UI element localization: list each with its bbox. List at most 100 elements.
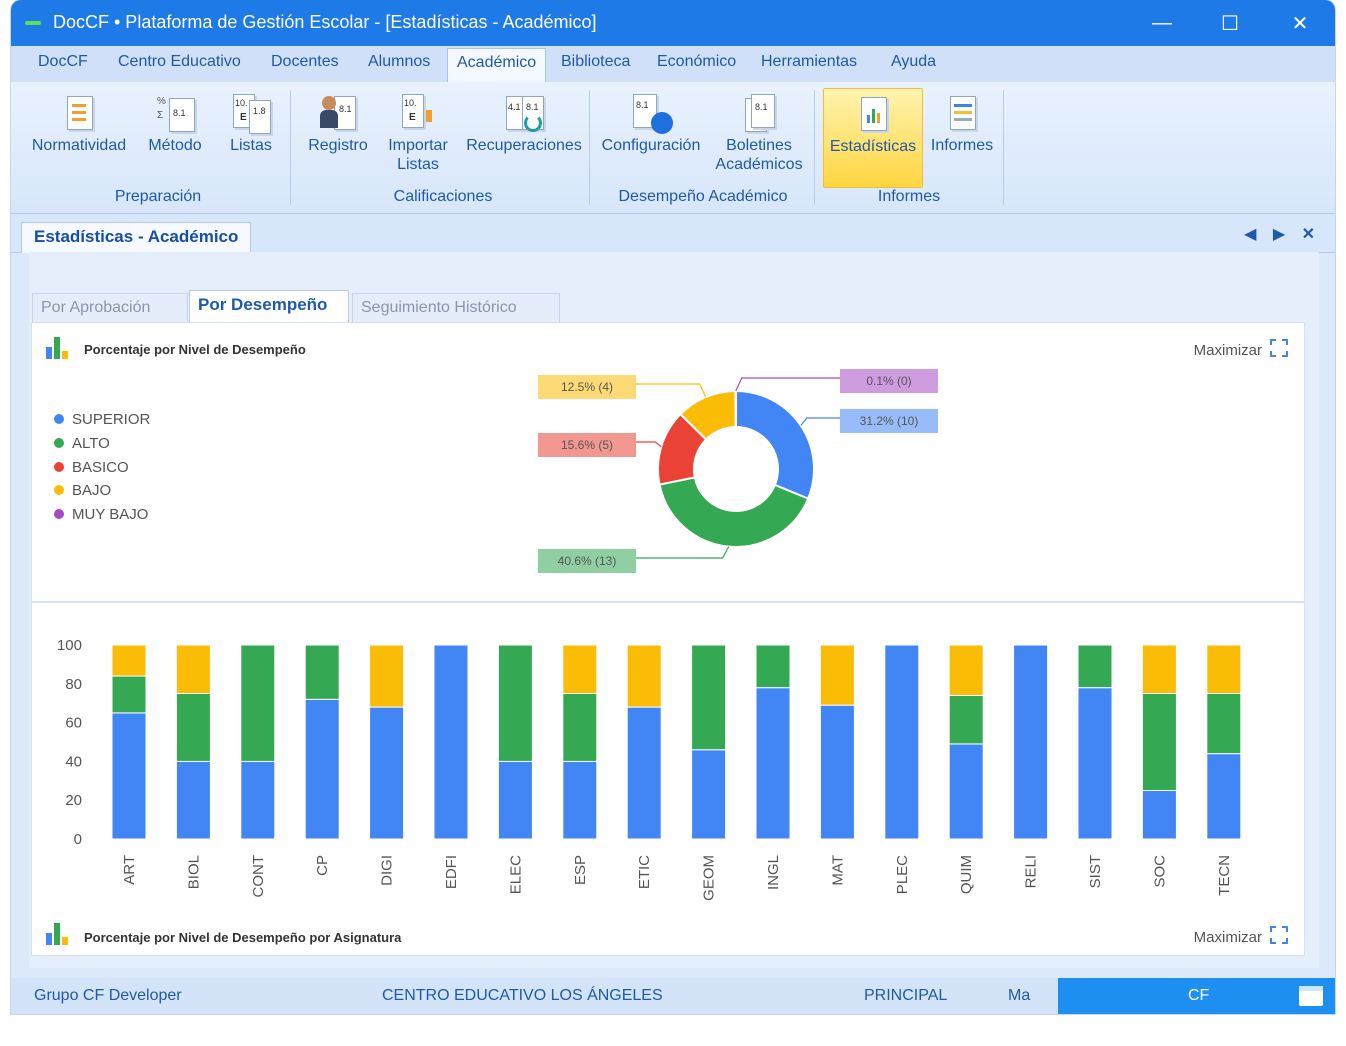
subtab-por-desempeno[interactable]: Por Desempeño [189, 290, 349, 323]
menu-ayuda[interactable]: Ayuda [891, 53, 936, 71]
x-tick-label: CONT [250, 855, 267, 898]
bar-segment [240, 644, 276, 762]
bar-chart-title: Porcentaje por Nivel de Desempeño por As… [84, 930, 402, 945]
x-tick-label: ETIC [636, 855, 653, 889]
registro-icon: 8.1 [320, 92, 356, 132]
bar-segment [755, 687, 791, 840]
chart-icon [46, 923, 70, 945]
informes-button[interactable]: Informes [927, 92, 997, 155]
bar-segment [948, 644, 984, 696]
tab-close-icon[interactable]: ✕ [1302, 226, 1321, 243]
menu-herramientas[interactable]: Herramientas [761, 53, 857, 71]
subtab-por-aprobacion[interactable]: Por Aprobación [32, 293, 188, 322]
x-tick-label: SOC [1151, 855, 1168, 888]
menu-academico[interactable]: Académico [447, 48, 547, 83]
bar-segment [111, 675, 147, 714]
bar-segment [111, 644, 147, 677]
donut-data-label: 0.1% (0) [866, 374, 911, 388]
bar-segment [1013, 644, 1049, 840]
bar-segment [884, 644, 920, 840]
status-user-area: CF [1058, 978, 1335, 1014]
bar-segment [369, 644, 405, 708]
bar-segment [691, 749, 727, 840]
status-user: CF [1188, 987, 1210, 1004]
metodo-button[interactable]: % Σ 8.1 Método [145, 92, 205, 155]
x-tick-label: MAT [829, 855, 846, 886]
donut-slice-superior [735, 389, 815, 500]
registro-button[interactable]: 8.1 Registro [305, 92, 371, 155]
listas-icon: 10. E 1.8 [233, 92, 271, 134]
normatividad-button[interactable]: Normatividad [31, 92, 127, 155]
menu-docentes[interactable]: Docentes [271, 53, 339, 71]
bar-segment [755, 644, 791, 689]
group-desempeno: Desempeño Académico [618, 188, 788, 205]
metodo-icon: % Σ 8.1 [157, 92, 195, 132]
stacked-bar-chart: 0 20 40 60 80 100 ART BIOL CONT CP DIGI EDFI ELEC ESP… [57, 637, 1242, 901]
recuperaciones-button[interactable]: 4.1 8.1 Recuperaciones [465, 92, 583, 155]
tab-nav-arrows-icon[interactable]: ◀ ▶ [1244, 226, 1291, 243]
bar-segment [562, 760, 598, 840]
bar-segment [1141, 644, 1177, 694]
close-button[interactable]: ✕ [1267, 0, 1333, 46]
bar-segment [1077, 644, 1113, 689]
document-tabstrip: Estadísticas - Académico ◀ ▶ ✕ [11, 214, 1335, 253]
x-tick-label: INGL [765, 855, 782, 890]
bar-segment [1141, 693, 1177, 791]
x-tick-label: GEOM [701, 855, 718, 901]
boletines-button[interactable]: 8.1 Boletines Académicos [713, 92, 805, 174]
bar-segment [819, 644, 855, 706]
x-tick-label: DIGI [379, 855, 396, 886]
menu-economico[interactable]: Económico [657, 53, 736, 71]
leader-line [800, 417, 840, 426]
ribbon-separator [814, 90, 815, 205]
x-tick-label: BIOL [185, 855, 202, 889]
maximize-button[interactable]: ☐ [1197, 0, 1263, 46]
x-tick-label: QUIM [958, 855, 975, 894]
bar-maximize-button[interactable]: Maximizar [1194, 926, 1288, 946]
importar-label-2: Listas [397, 156, 439, 173]
window-title: DocCF • Plataforma de Gestión Escolar - … [53, 12, 597, 32]
menu-centro-educativo[interactable]: Centro Educativo [118, 53, 241, 71]
menu-alumnos[interactable]: Alumnos [368, 53, 430, 71]
x-tick-label: PLEC [894, 855, 911, 894]
bar-segment [1206, 644, 1242, 694]
boletines-label-2: Académicos [715, 156, 803, 173]
informes-label: Informes [930, 137, 994, 154]
ribbon-separator [1003, 90, 1004, 205]
metodo-label: Método [148, 137, 202, 154]
bar-segment [304, 644, 340, 700]
estadisticas-button[interactable]: Estadísticas [823, 88, 923, 188]
statistics-icon [855, 93, 891, 133]
configuracion-button[interactable]: 8.1 Configuración [601, 92, 701, 155]
y-tick-label: 0 [74, 831, 82, 848]
boletines-label-1: Boletines [726, 137, 792, 154]
bar-segment [1206, 693, 1242, 755]
bar-segment [1077, 687, 1113, 840]
x-tick-label: SIST [1087, 855, 1104, 888]
bar-segment [497, 644, 533, 762]
normatividad-icon [61, 92, 97, 132]
menu-biblioteca[interactable]: Biblioteca [561, 53, 630, 71]
bar-segment [304, 698, 340, 840]
recuperaciones-label: Recuperaciones [466, 137, 582, 154]
listas-label: Listas [230, 137, 272, 154]
leader-line [735, 377, 840, 392]
subtab-seguimiento-historico[interactable]: Seguimiento Histórico [352, 293, 560, 322]
bar-segment [175, 644, 211, 694]
importar-listas-button[interactable]: 10. E Importar Listas [385, 92, 451, 174]
status-bar: Grupo CF Developer CENTRO EDUCATIVO LOS … [11, 978, 1335, 1014]
ribbon: Normatividad % Σ 8.1 Método 10. E 1.8 Li… [11, 82, 1335, 214]
minimize-button[interactable]: — [1129, 0, 1195, 46]
calendar-icon[interactable] [1299, 986, 1323, 1006]
donut-data-label: 40.6% (13) [558, 554, 617, 568]
bar-segment [562, 693, 598, 762]
bar-segment [819, 704, 855, 840]
tab-estadisticas-academico[interactable]: Estadísticas - Académico [21, 222, 252, 253]
listas-button[interactable]: 10. E 1.8 Listas [223, 92, 279, 155]
bar-segment [175, 760, 211, 840]
recuperaciones-icon: 4.1 8.1 [506, 92, 544, 132]
menu-doccf[interactable]: DocCF [38, 53, 88, 71]
informes-icon [944, 92, 980, 132]
y-tick-label: 80 [65, 676, 82, 693]
menu-bar: DocCF Centro Educativo Docentes Alumnos … [11, 46, 1335, 83]
